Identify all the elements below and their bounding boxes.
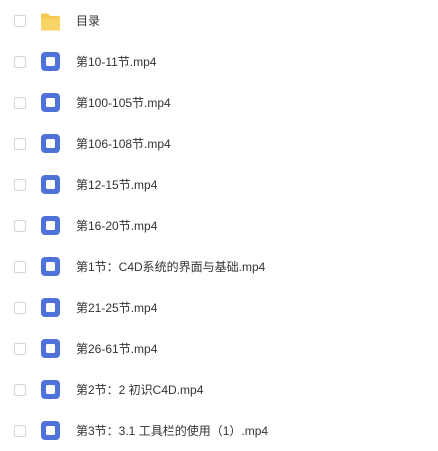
list-item-file[interactable]: 第10-11节.mp4 (0, 41, 438, 82)
file-name: 第26-61节.mp4 (76, 341, 158, 356)
video-file-icon (40, 297, 61, 318)
video-file-icon (40, 51, 61, 72)
file-name: 第100-105节.mp4 (76, 95, 171, 110)
list-item-file[interactable]: 第21-25节.mp4 (0, 287, 438, 328)
row-checkbox[interactable] (14, 301, 26, 314)
list-item-file[interactable]: 第26-61节.mp4 (0, 328, 438, 369)
list-item-file[interactable]: 第12-15节.mp4 (0, 164, 438, 205)
list-item-folder[interactable]: 目录 (0, 10, 438, 32)
video-file-icon (40, 256, 61, 277)
row-checkbox[interactable] (14, 260, 26, 273)
file-name: 第3节：3.1 工具栏的使用（1）.mp4 (76, 423, 269, 438)
file-name: 第2节：2 初识C4D.mp4 (76, 382, 204, 397)
row-checkbox[interactable] (14, 137, 26, 150)
folder-icon (40, 11, 61, 32)
row-checkbox[interactable] (14, 424, 26, 437)
file-list: 目录 第10-11节.mp4 第100-105节.mp4 第106-108节.m… (0, 0, 438, 451)
list-item-file[interactable]: 第106-108节.mp4 (0, 123, 438, 164)
row-checkbox[interactable] (14, 96, 26, 109)
file-name: 目录 (76, 14, 101, 28)
file-name: 第10-11节.mp4 (76, 54, 157, 69)
file-name: 第21-25节.mp4 (76, 300, 158, 315)
file-name: 第1节：C4D系统的界面与基础.mp4 (76, 259, 266, 274)
video-file-icon (40, 92, 61, 113)
list-item-file[interactable]: 第16-20节.mp4 (0, 205, 438, 246)
row-checkbox[interactable] (14, 383, 26, 396)
video-file-icon (40, 215, 61, 236)
file-name: 第16-20节.mp4 (76, 218, 158, 233)
list-item-file[interactable]: 第3节：3.1 工具栏的使用（1）.mp4 (0, 410, 438, 451)
row-checkbox[interactable] (14, 15, 26, 27)
video-file-icon (40, 420, 61, 441)
row-checkbox[interactable] (14, 178, 26, 191)
row-checkbox[interactable] (14, 342, 26, 355)
file-name: 第12-15节.mp4 (76, 177, 158, 192)
video-file-icon (40, 338, 61, 359)
row-checkbox[interactable] (14, 55, 26, 68)
video-file-icon (40, 174, 61, 195)
video-file-icon (40, 133, 61, 154)
file-name: 第106-108节.mp4 (76, 136, 171, 151)
row-checkbox[interactable] (14, 219, 26, 232)
list-item-file[interactable]: 第2节：2 初识C4D.mp4 (0, 369, 438, 410)
list-item-file[interactable]: 第1节：C4D系统的界面与基础.mp4 (0, 246, 438, 287)
video-file-icon (40, 379, 61, 400)
list-item-file[interactable]: 第100-105节.mp4 (0, 82, 438, 123)
